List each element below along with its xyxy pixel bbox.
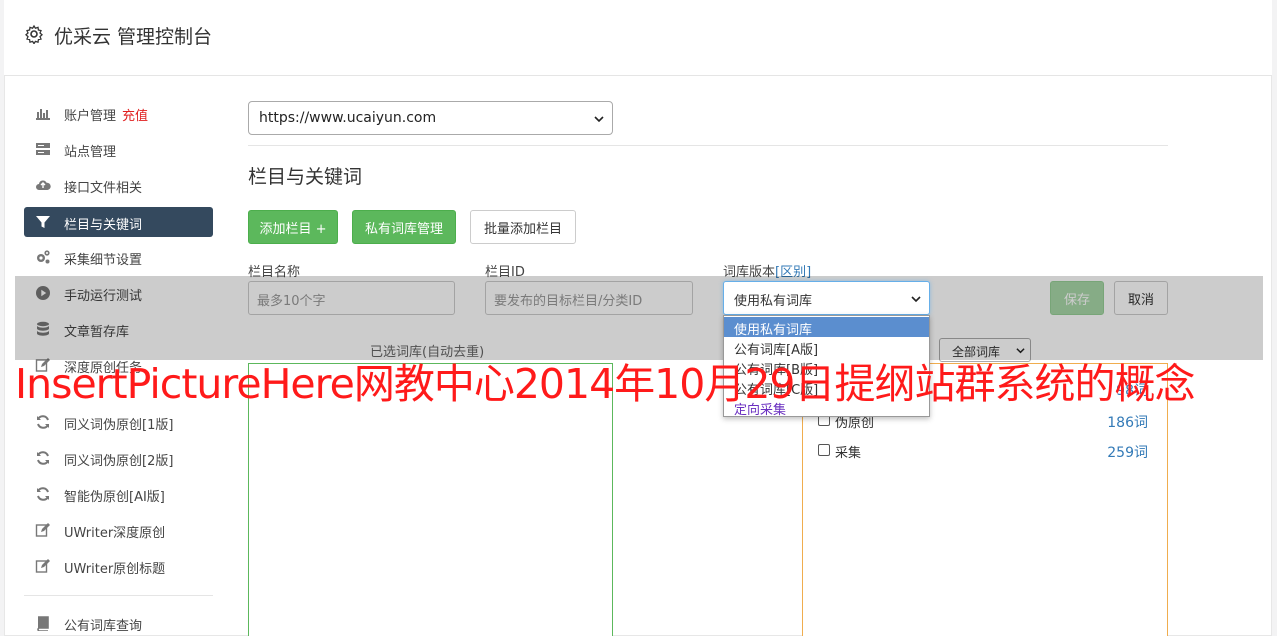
sidebar-item-columns-keywords[interactable]: 栏目与关键词 [24, 207, 213, 237]
sidebar-item-label: 智能伪原创[AI版] [64, 490, 165, 505]
sidebar-item-synonym-v2[interactable]: 同义词伪原创[2版] [24, 443, 213, 473]
sidebar-item-label: 站点管理 [64, 145, 117, 160]
cogs-icon [37, 250, 50, 264]
server-icon [36, 143, 50, 155]
sidebar-item-label: 栏目与关键词 [64, 218, 143, 233]
library-name: 采集 [835, 446, 862, 461]
library-version-value: 使用私有词库 [734, 294, 813, 309]
sidebar-item-account[interactable]: 账户管理 充值 [24, 98, 213, 128]
list-item[interactable]: 采集 259词 [818, 442, 1148, 462]
page: 优采云 管理控制台 账户管理 充值 站点管理 接口文件相关 栏目与关键词 采集细节… [0, 0, 1277, 636]
sidebar-item-ai-rewrite[interactable]: 智能伪原创[AI版] [24, 479, 213, 509]
sidebar-divider [24, 595, 213, 596]
chevron-down-icon [911, 296, 921, 303]
edit-icon [35, 559, 50, 573]
library-checkbox[interactable] [818, 444, 830, 456]
sidebar-item-label: 接口文件相关 [64, 181, 143, 196]
site-select[interactable]: https://www.ucaiyun.com [248, 101, 613, 135]
gear-icon [25, 24, 43, 44]
divider [248, 145, 1168, 146]
sidebar-item-label: 账户管理 [64, 109, 117, 124]
sidebar-item-api-files[interactable]: 接口文件相关 [24, 170, 213, 200]
cloud-upload-icon [36, 180, 51, 190]
sidebar-item-label: 公有词库查询 [64, 619, 143, 634]
batch-add-column-button[interactable]: 批量添加栏目 [470, 210, 576, 244]
refresh-icon [37, 451, 49, 465]
sidebar-item-label: UWriter深度原创 [64, 526, 166, 541]
sidebar-item-label: 采集细节设置 [64, 253, 143, 268]
refresh-icon [37, 415, 49, 429]
overlay-band [15, 276, 1263, 360]
dropdown-option[interactable]: 公有词库[A版] [724, 337, 929, 358]
sidebar-item-sites[interactable]: 站点管理 [24, 134, 213, 164]
library-version-select[interactable]: 使用私有词库 [723, 281, 930, 315]
sidebar-item-collect-settings[interactable]: 采集细节设置 [24, 242, 213, 272]
sidebar-item-label: 同义词伪原创[2版] [64, 454, 174, 469]
chevron-down-icon [594, 116, 604, 123]
header: 优采云 管理控制台 [4, 0, 1272, 76]
app-title: 优采云 管理控制台 [54, 26, 213, 48]
sidebar-item-uwriter-title[interactable]: UWriter原创标题 [24, 551, 213, 581]
book-icon [37, 616, 49, 631]
dropdown-option[interactable]: 使用私有词库 [724, 317, 929, 338]
watermark-banner: InsertPictureHere网教中心2014年10月29日提纲站群系统的概… [15, 360, 1196, 408]
library-count: 186词 [1107, 415, 1148, 431]
private-library-button[interactable]: 私有词库管理 [352, 210, 456, 244]
add-column-button[interactable]: 添加栏目 + [248, 210, 338, 244]
refresh-icon [37, 487, 49, 501]
filter-icon [36, 216, 50, 228]
edit-icon [35, 523, 50, 537]
site-select-value: https://www.ucaiyun.com [259, 110, 437, 126]
sidebar-item-label: 同义词伪原创[1版] [64, 418, 174, 433]
section-title: 栏目与关键词 [248, 166, 363, 188]
library-count: 259词 [1107, 445, 1148, 461]
sidebar-item-uwriter-deep[interactable]: UWriter深度原创 [24, 515, 213, 545]
recharge-link[interactable]: 充值 [122, 109, 148, 124]
sidebar-item-public-lib-query[interactable]: 公有词库查询 [24, 608, 213, 636]
bar-chart-icon [36, 109, 50, 120]
sidebar-item-label: UWriter原创标题 [64, 562, 166, 577]
